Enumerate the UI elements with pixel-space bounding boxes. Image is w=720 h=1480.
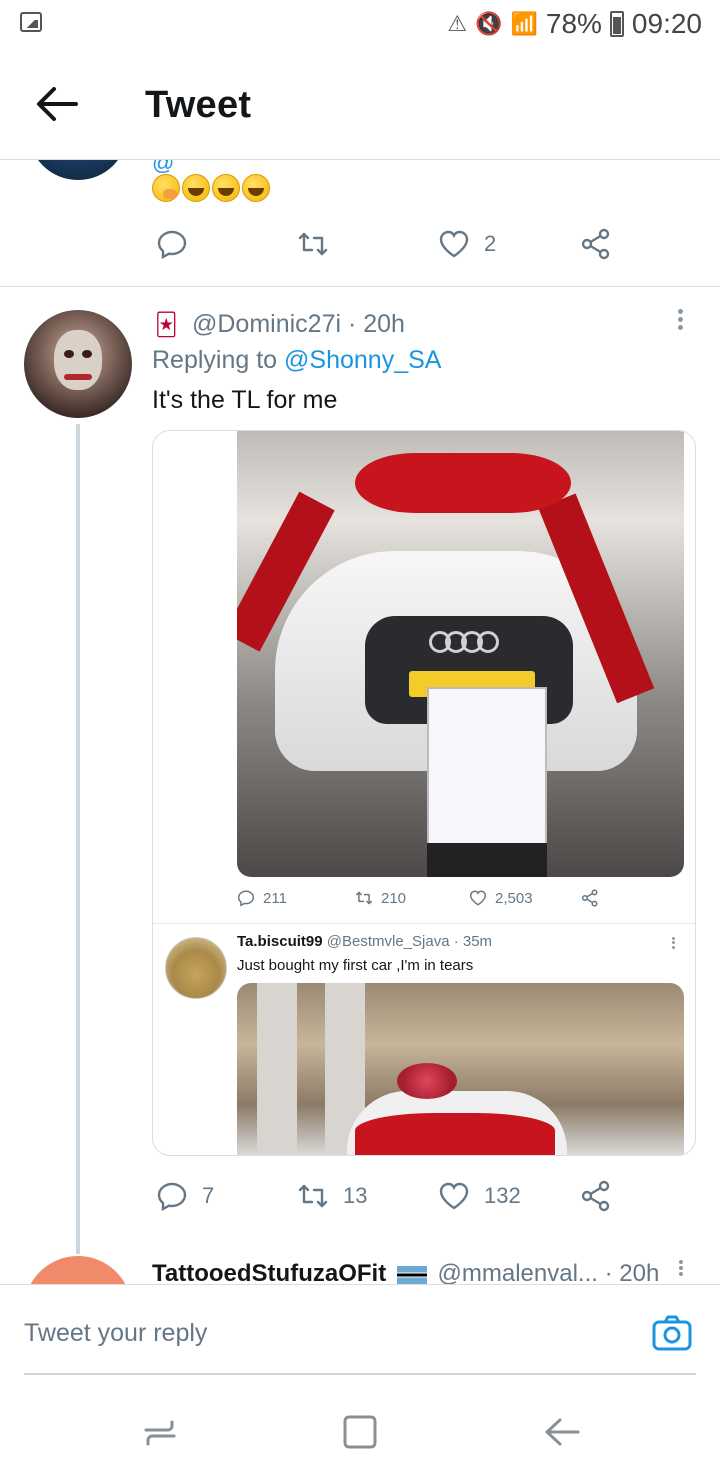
reply-button[interactable]: 7 xyxy=(156,1180,214,1212)
more-options-icon[interactable] xyxy=(676,1258,686,1284)
embedded-tweet-stats: 211 210 2,503 xyxy=(237,889,684,913)
embedded-like-count: 2,503 xyxy=(495,889,533,907)
avatar xyxy=(165,937,227,999)
divider xyxy=(0,286,720,287)
tweet-emojis xyxy=(152,174,270,202)
tweet-media-image[interactable]: 211 210 2,503 Ta.biscuit99 @Bestmvle_Sja… xyxy=(152,430,696,1156)
tweet-text: It's the TL for me xyxy=(152,386,338,414)
embedded-author: Ta.biscuit99 @Bestmvle_Sjava · 35m xyxy=(237,933,492,950)
back-arrow-icon[interactable] xyxy=(34,84,78,124)
page-title: Tweet xyxy=(145,84,252,126)
more-options-icon[interactable] xyxy=(672,306,688,336)
car-photo xyxy=(237,431,684,877)
clock: 09:20 xyxy=(631,8,702,39)
tweet-handle-time[interactable]: @Dominic27i · 20h xyxy=(192,310,405,339)
reply-icon xyxy=(237,890,255,907)
retweet-icon xyxy=(298,1184,328,1208)
embedded-reply-count: 211 xyxy=(263,889,287,907)
mention-link[interactable]: @Shonny_SA xyxy=(284,346,441,374)
like-button[interactable]: 132 xyxy=(438,1180,521,1212)
data-saver-icon: ⚠ xyxy=(447,11,468,36)
hand-over-mouth-emoji-icon xyxy=(152,174,180,202)
share-icon xyxy=(581,889,598,907)
reply-icon xyxy=(157,1182,187,1212)
status-bar: ⚠ 🔇 📶 78% 09:20 xyxy=(0,0,720,50)
embedded-replies: 211 xyxy=(237,889,287,907)
embedded-retweets: 210 xyxy=(355,889,406,907)
avatar[interactable] xyxy=(24,310,132,418)
share-button[interactable] xyxy=(580,228,612,260)
like-count: 132 xyxy=(484,1183,521,1208)
rofl-emoji-icon xyxy=(182,174,210,202)
gallery-notification-icon xyxy=(20,12,42,32)
retweet-button[interactable] xyxy=(297,228,329,260)
reply-count: 7 xyxy=(202,1183,215,1208)
thread-line xyxy=(76,424,80,1254)
car-photo xyxy=(237,983,684,1155)
heart-icon xyxy=(469,890,487,906)
embedded-tweet-text: Just bought my first car ,I'm in tears xyxy=(237,957,474,974)
embedded-author-name: Ta.biscuit99 xyxy=(237,933,323,950)
rofl-emoji-icon xyxy=(212,174,240,202)
replying-to: Replying to @Shonny_SA xyxy=(152,346,441,375)
author-meta: @mmalenval... · 20h xyxy=(437,1260,660,1287)
recent-apps-icon[interactable] xyxy=(140,1412,180,1452)
jester-emoji-icon: 🃏 xyxy=(155,312,178,337)
retweet-icon xyxy=(298,232,328,256)
mute-icon: 🔇 xyxy=(475,11,503,36)
embedded-share xyxy=(581,889,599,907)
like-count: 2 xyxy=(484,231,497,256)
reply-button[interactable] xyxy=(156,228,188,260)
author-name: TattooedStufuzaOFit xyxy=(152,1260,387,1287)
home-icon[interactable] xyxy=(340,1412,380,1452)
status-icons: ⚠ 🔇 📶 78% 09:20 xyxy=(447,8,702,40)
replying-prefix: Replying to xyxy=(152,346,285,374)
divider xyxy=(24,1373,696,1375)
share-icon xyxy=(581,1180,610,1212)
heart-icon xyxy=(439,230,469,258)
divider xyxy=(153,923,695,924)
embedded-retweet-count: 210 xyxy=(381,889,407,907)
like-button[interactable]: 2 xyxy=(438,228,496,260)
embedded-likes: 2,503 xyxy=(469,889,533,907)
rofl-emoji-icon xyxy=(242,174,270,202)
system-nav-bar xyxy=(0,1384,720,1480)
retweet-count: 13 xyxy=(343,1183,368,1208)
reply-composer: Tweet your reply xyxy=(0,1284,720,1384)
share-icon xyxy=(581,228,610,260)
retweet-icon xyxy=(355,891,373,905)
more-options-icon xyxy=(669,935,677,951)
app-header: Tweet xyxy=(0,50,720,160)
wifi-icon: 📶 xyxy=(510,11,538,36)
share-button[interactable] xyxy=(580,1180,612,1212)
back-icon[interactable] xyxy=(542,1412,582,1452)
embedded-author-meta: @Bestmvle_Sjava · 35m xyxy=(326,933,493,950)
retweet-button[interactable]: 13 xyxy=(297,1180,367,1212)
camera-icon[interactable] xyxy=(652,1315,692,1351)
battery-percent: 78% xyxy=(545,8,602,39)
battery-icon xyxy=(609,11,624,37)
reply-icon xyxy=(157,230,187,260)
heart-icon xyxy=(439,1182,469,1210)
reply-input[interactable]: Tweet your reply xyxy=(24,1319,207,1348)
botswana-flag-icon xyxy=(396,1265,427,1284)
